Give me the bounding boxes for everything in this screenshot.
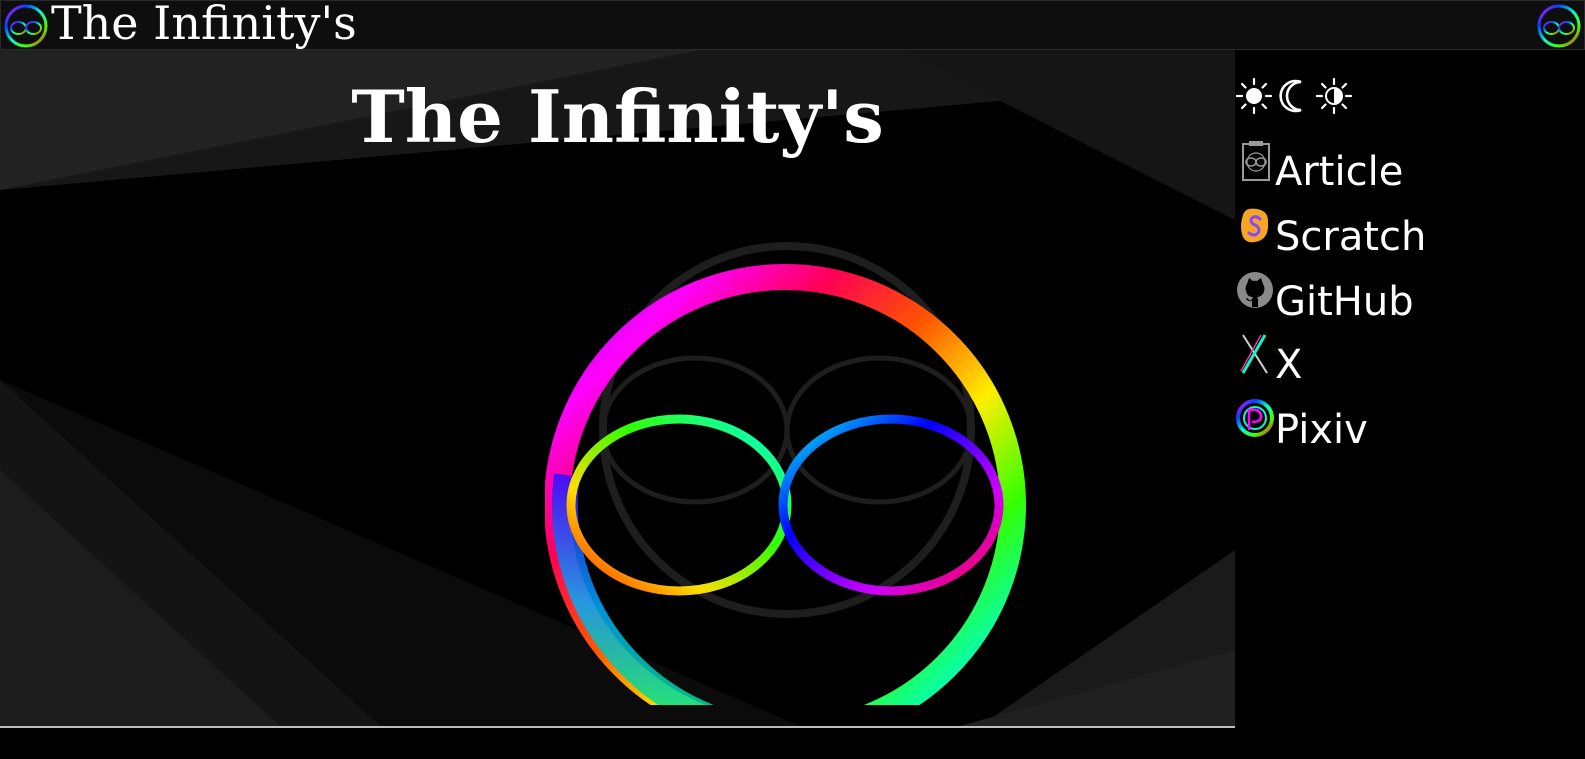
- sidebar-item-label: Article: [1275, 149, 1404, 195]
- theme-switcher: [1235, 72, 1353, 120]
- site-logo-icon[interactable]: [3, 3, 49, 49]
- pixiv-icon: [1236, 399, 1274, 437]
- sidebar-item-label: Pixiv: [1275, 407, 1368, 453]
- sidebar-item-article[interactable]: Article: [1235, 140, 1403, 196]
- sidebar-item-label: X: [1275, 342, 1303, 388]
- hero-section: The Infinity's: [0, 50, 1235, 726]
- sidebar: Article Scratch GitHub X Pixiv: [1235, 50, 1585, 759]
- article-icon: [1242, 141, 1270, 181]
- hero-divider: [0, 726, 1235, 728]
- github-icon: [1237, 272, 1273, 308]
- scratch-icon: [1241, 208, 1269, 243]
- menu-logo-icon[interactable]: [1536, 3, 1582, 49]
- x-icon: [1240, 334, 1268, 374]
- top-bar: The Infinity's: [0, 0, 1585, 50]
- hero-title: The Infinity's: [351, 74, 884, 159]
- sidebar-item-github[interactable]: GitHub: [1235, 270, 1414, 326]
- infinity-emblem: [545, 242, 1026, 705]
- site-title[interactable]: The Infinity's: [51, 0, 357, 51]
- sidebar-item-scratch[interactable]: Scratch: [1235, 205, 1426, 261]
- page: The Infinity's The Infinity's Article Sc…: [0, 0, 1585, 759]
- auto-mode-sun-icon[interactable]: [1315, 77, 1353, 115]
- sidebar-item-label: GitHub: [1275, 279, 1414, 325]
- sidebar-item-pixiv[interactable]: Pixiv: [1235, 398, 1368, 454]
- light-mode-sun-icon[interactable]: [1235, 77, 1273, 115]
- sidebar-item-x[interactable]: X: [1235, 333, 1302, 389]
- sidebar-item-label: Scratch: [1275, 214, 1427, 260]
- dark-mode-moon-icon[interactable]: [1275, 77, 1313, 115]
